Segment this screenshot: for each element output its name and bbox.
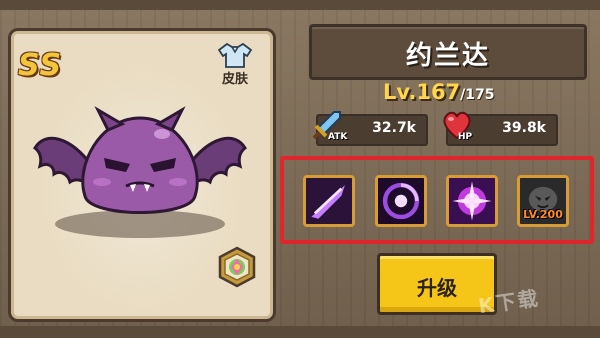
hero-name: 约兰达 — [405, 41, 490, 71]
hero-portrait — [33, 106, 247, 238]
name-banner: 约兰达 — [309, 24, 587, 80]
skill-slot-4-locked[interactable]: LV.200 — [517, 175, 569, 227]
rarity-badge: SS — [18, 48, 63, 83]
level-display: Lv.167/175 — [383, 80, 495, 104]
bottom-border — [0, 326, 600, 338]
hp-stat: HP 39.8k — [443, 111, 558, 146]
atk-tag: ATK — [328, 132, 348, 142]
skill-unlock-level: LV.200 — [523, 208, 563, 221]
level-max: /175 — [460, 87, 495, 103]
shirt-icon — [218, 42, 252, 68]
hp-value: 39.8k — [502, 120, 546, 136]
level-current: Lv.167 — [383, 80, 461, 104]
atk-stat: ATK 32.7k — [312, 111, 428, 146]
hp-tag: HP — [458, 132, 473, 142]
top-border — [0, 0, 600, 10]
burst-skill-icon — [449, 178, 495, 224]
skin-label: 皮肤 — [221, 72, 248, 87]
skill-slot-3[interactable] — [446, 175, 498, 227]
skin-button[interactable]: 皮肤 — [214, 42, 256, 90]
atk-value: 32.7k — [372, 120, 416, 136]
slash-skill-icon — [306, 178, 352, 224]
skill-slot-1[interactable] — [303, 175, 355, 227]
skill-slot-2[interactable] — [375, 175, 427, 227]
gem-icon[interactable] — [216, 246, 258, 288]
vortex-skill-icon — [378, 178, 424, 224]
